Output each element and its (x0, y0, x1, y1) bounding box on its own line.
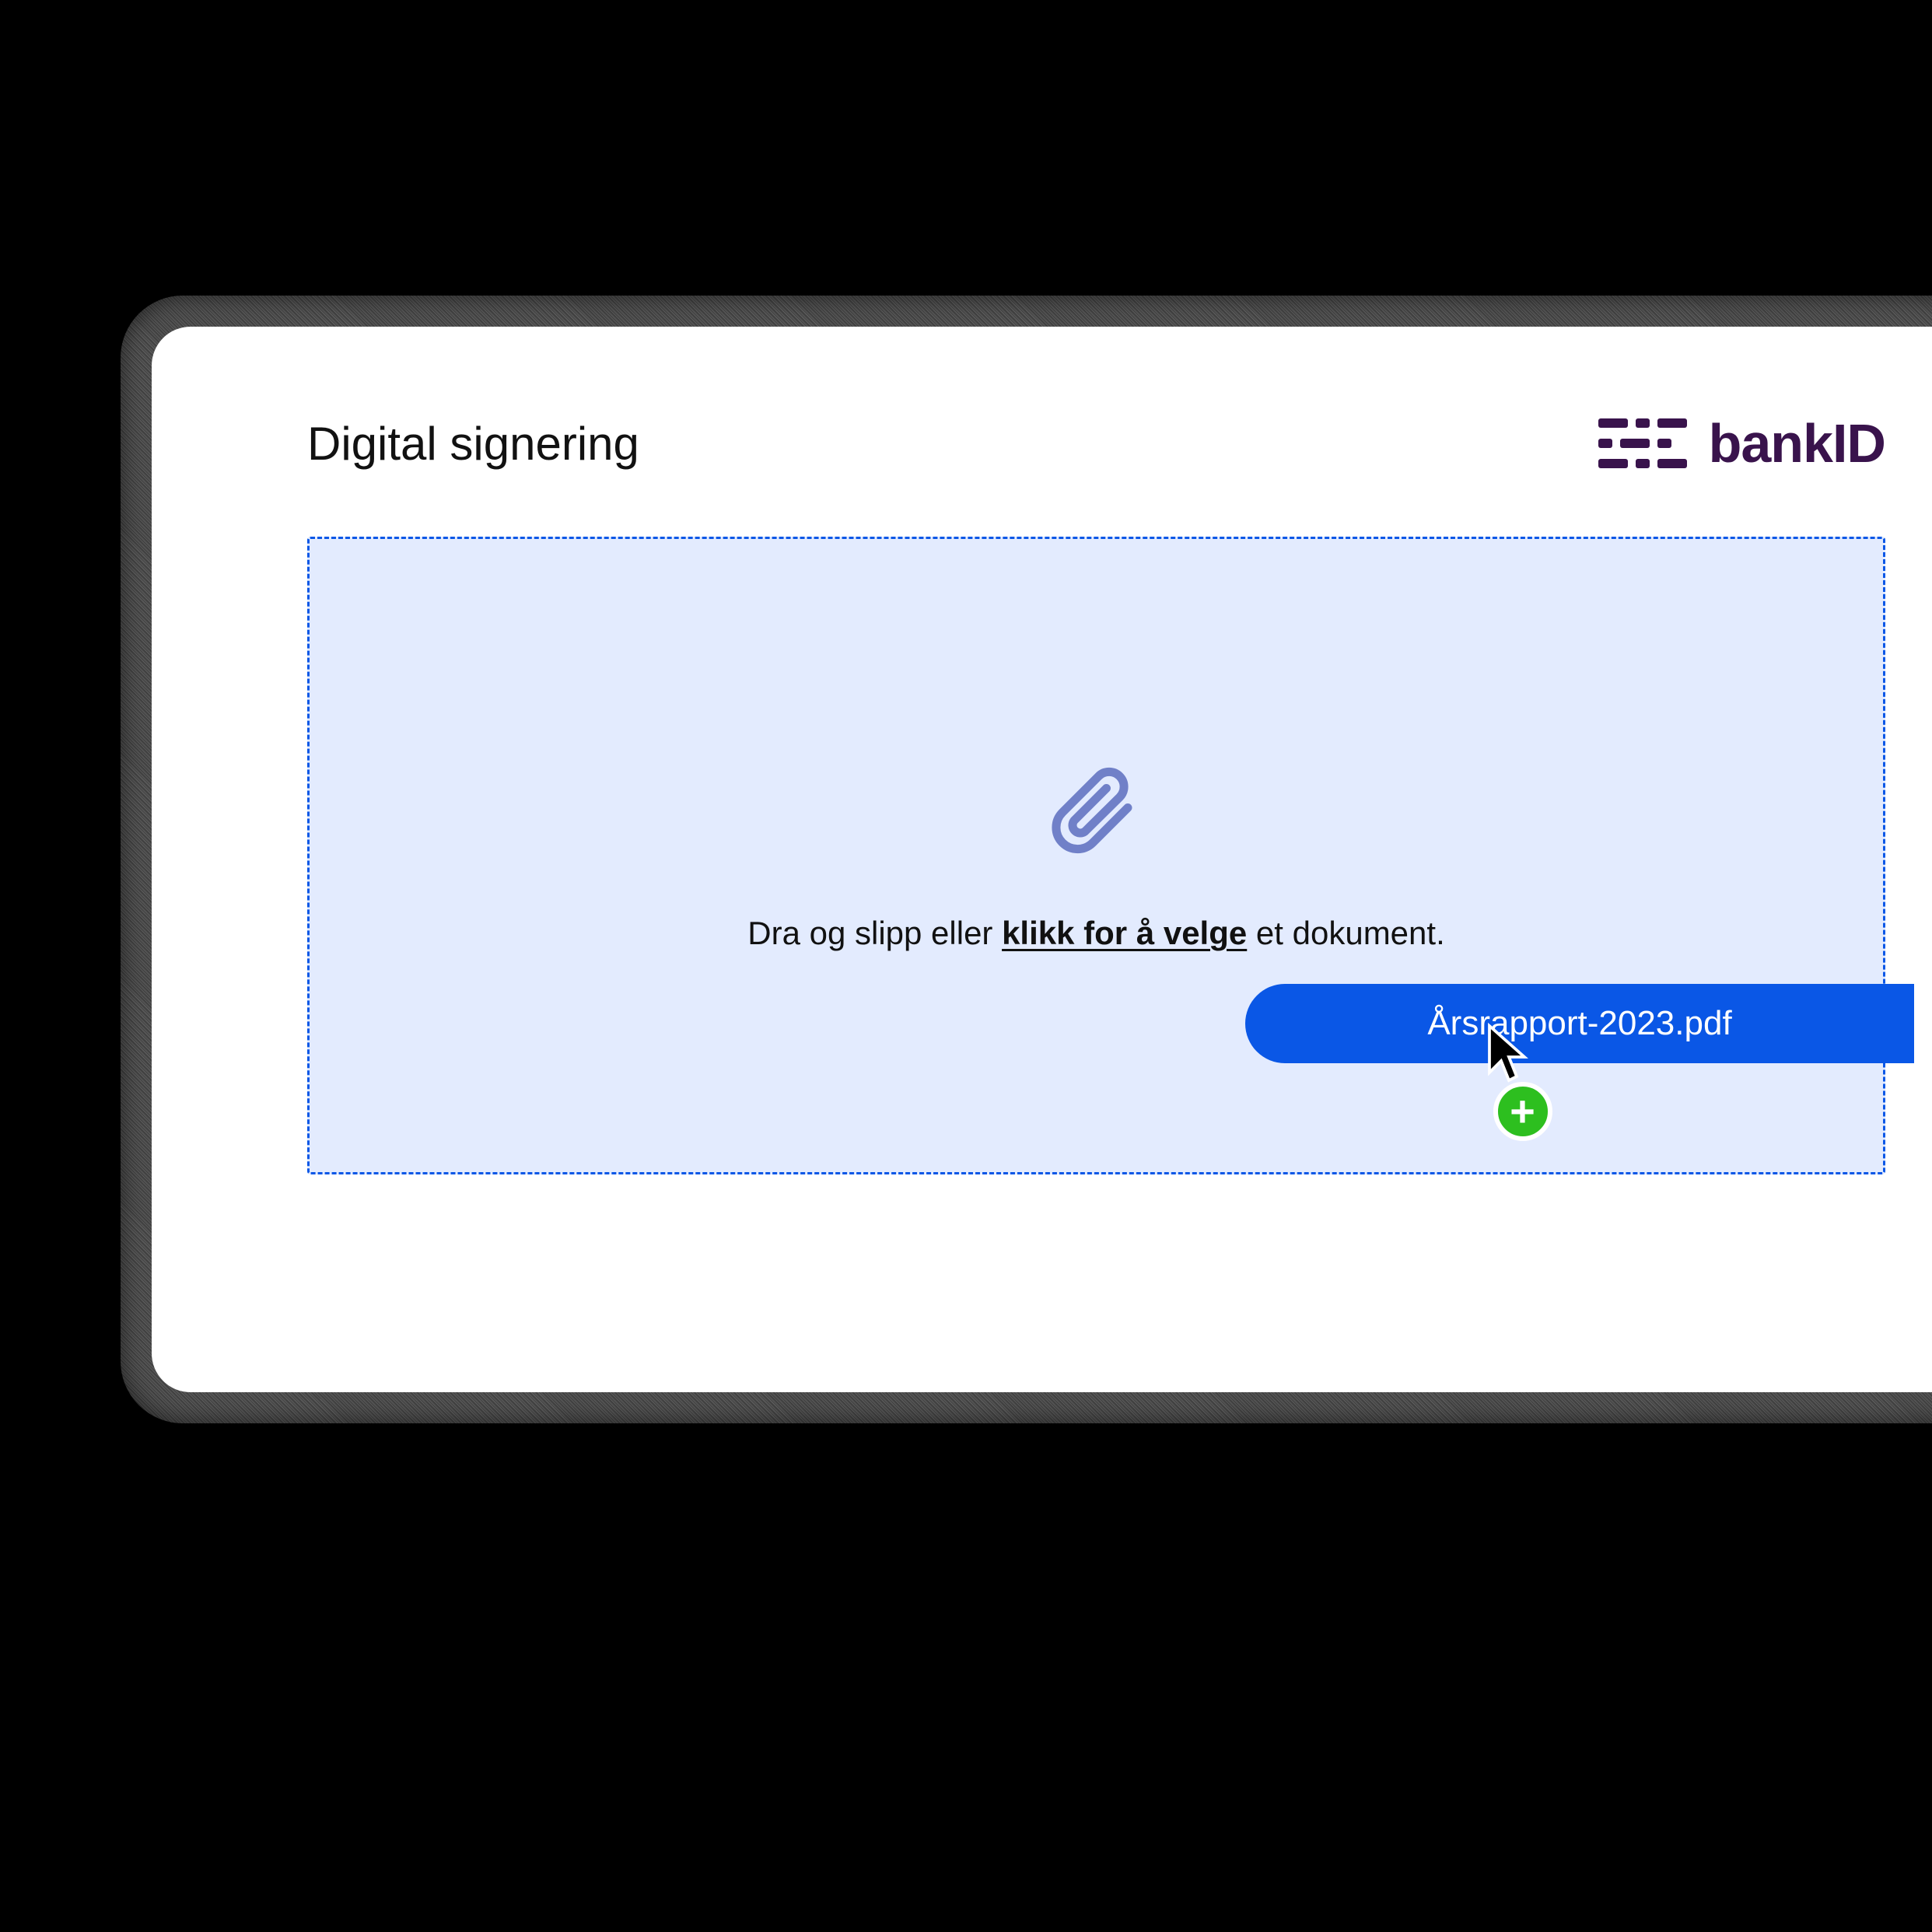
brand-logo: bankID (1598, 412, 1885, 474)
app-screen: Digital signering bankID Dra og slipp el… (152, 327, 1932, 1392)
brand-mark-icon (1598, 418, 1687, 468)
device-frame: Digital signering bankID Dra og slipp el… (121, 296, 1932, 1423)
dropzone-text-before: Dra og slipp eller (747, 915, 1002, 951)
dropzone-click-link[interactable]: klikk for å velge (1002, 915, 1247, 951)
paperclip-icon (1050, 759, 1143, 868)
dragged-file-name: Årsrapport-2023.pdf (1427, 1004, 1731, 1043)
dragged-file-pill[interactable]: Årsrapport-2023.pdf (1245, 984, 1914, 1063)
dropzone-text-after: et dokument. (1247, 915, 1444, 951)
dropzone-instruction: Dra og slipp eller klikk for å velge et … (747, 915, 1444, 952)
page-title: Digital signering (307, 417, 639, 471)
header: Digital signering bankID (307, 412, 1885, 474)
drag-cursor: + (1486, 1022, 1552, 1141)
plus-icon: + (1493, 1082, 1552, 1141)
brand-text: bankID (1709, 412, 1885, 474)
file-dropzone[interactable]: Dra og slipp eller klikk for å velge et … (307, 537, 1885, 1174)
cursor-arrow-icon (1486, 1022, 1532, 1084)
